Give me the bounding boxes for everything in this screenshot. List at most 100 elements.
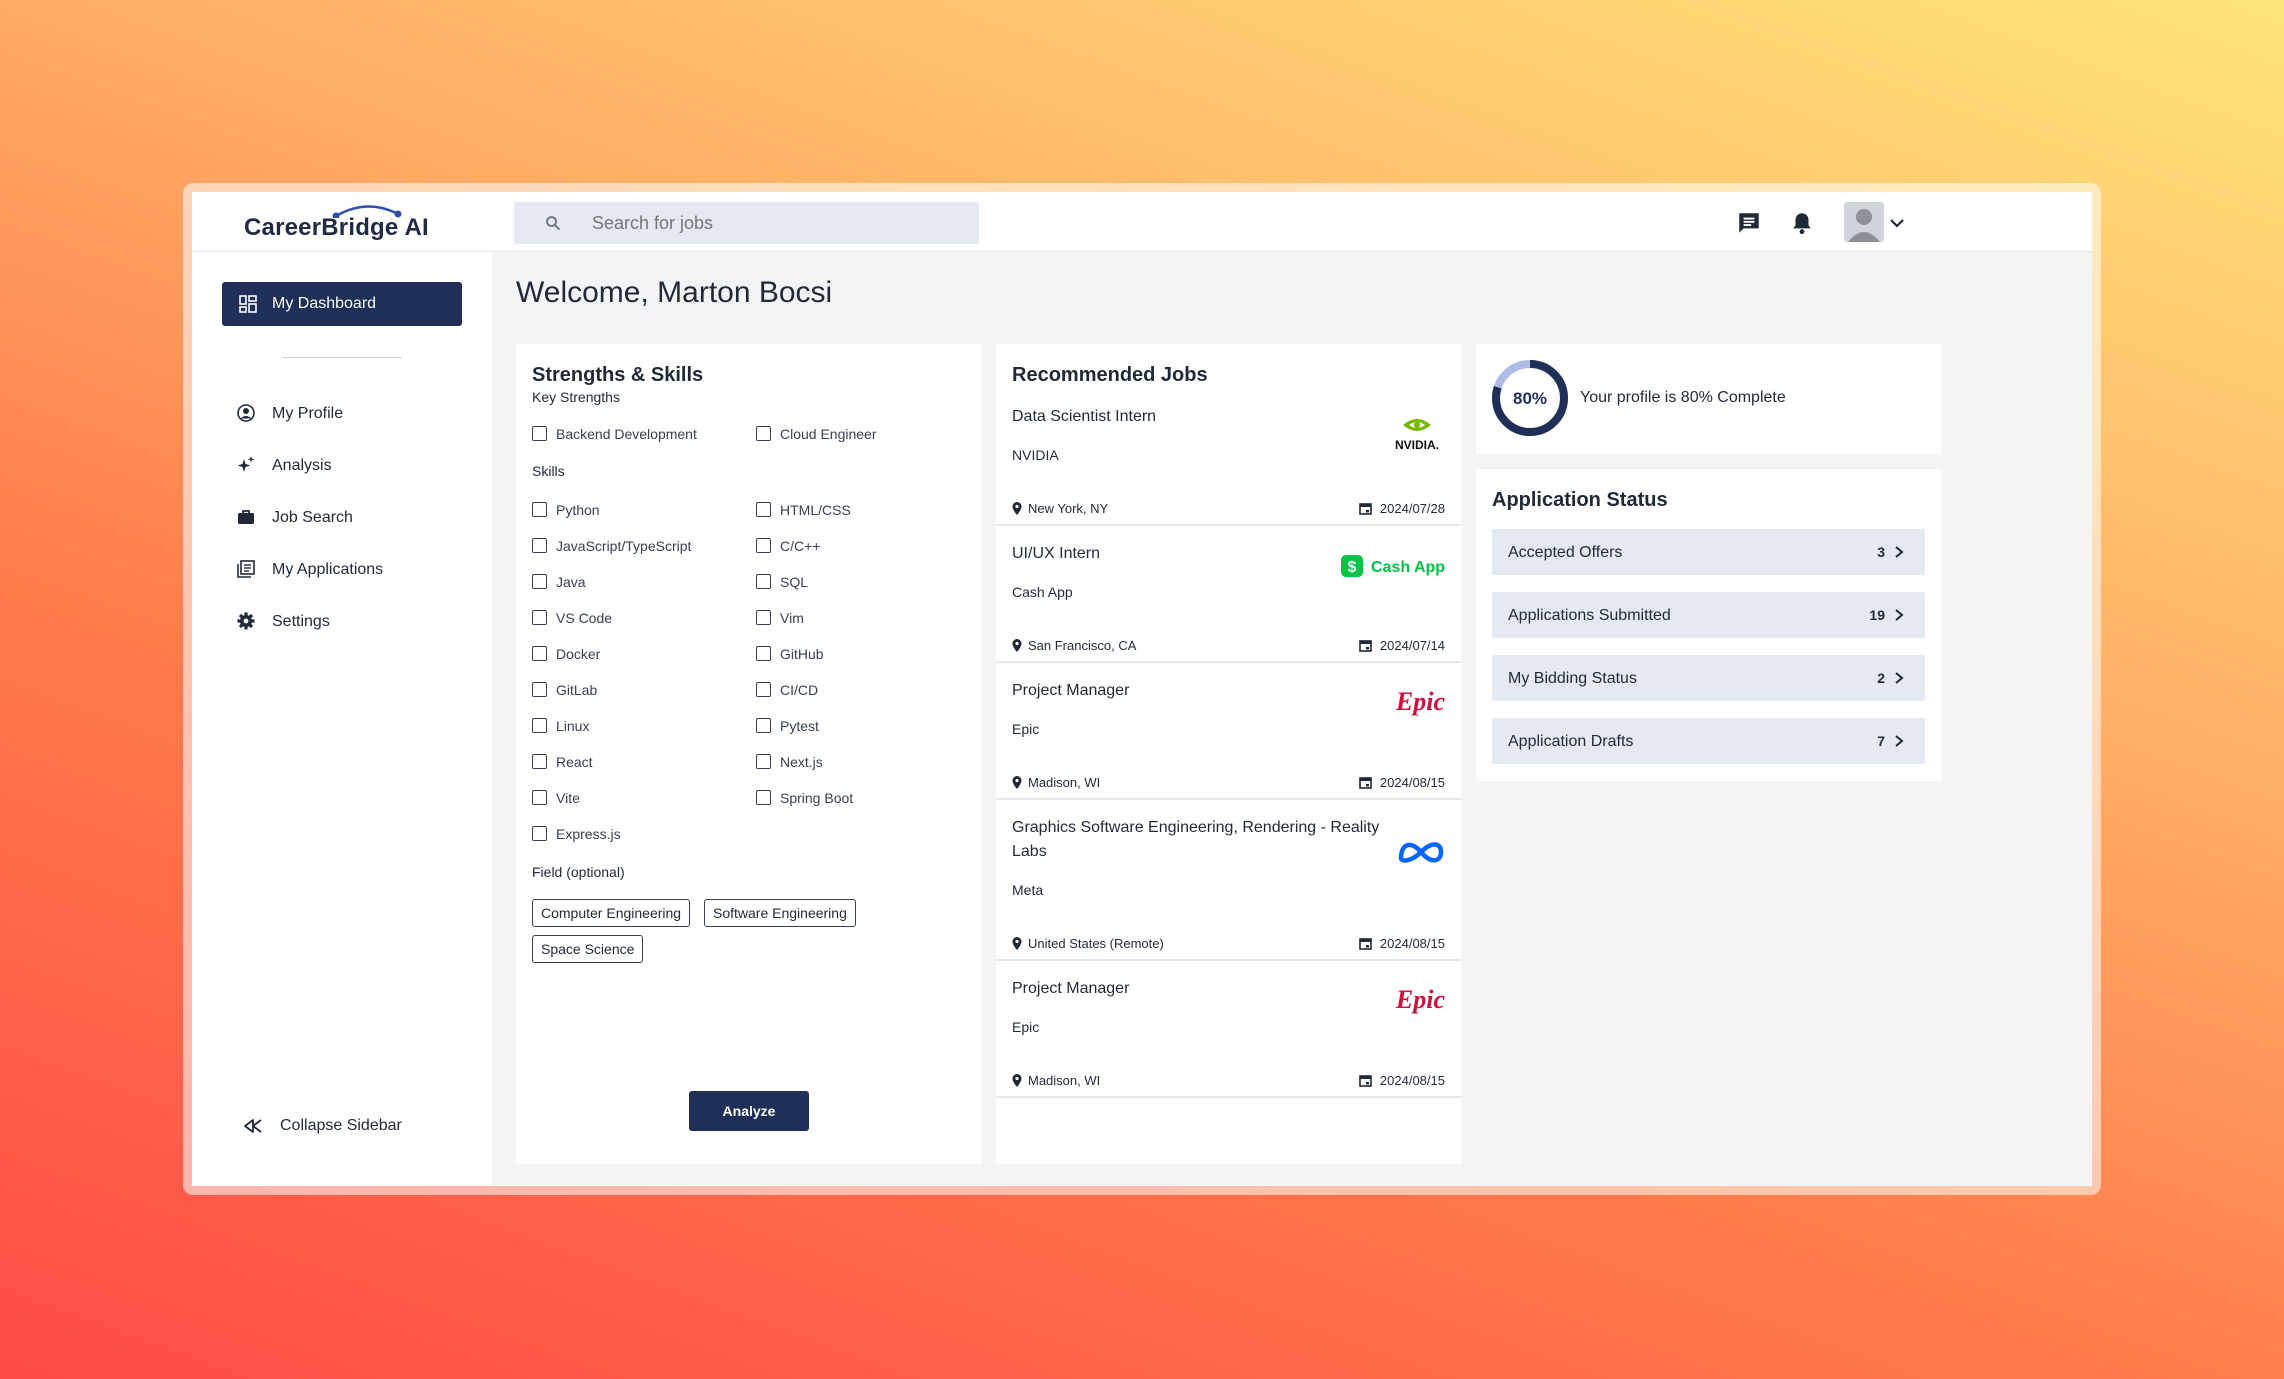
job-location-text: Madison, WI (1028, 1073, 1101, 1088)
job-location: New York, NY (1012, 501, 1108, 516)
chevron-right-icon (1895, 546, 1904, 558)
skill-checkbox[interactable]: Docker (532, 644, 732, 664)
checkbox[interactable] (532, 502, 547, 517)
profile-percent-text: 80% (1513, 389, 1547, 408)
checkbox[interactable] (756, 610, 771, 625)
field-tag[interactable]: Software Engineering (704, 899, 856, 927)
bell-icon[interactable] (1789, 210, 1815, 236)
skill-checkbox[interactable]: Next.js (756, 752, 956, 772)
checkbox[interactable] (756, 790, 771, 805)
collapse-sidebar-button[interactable]: Collapse Sidebar (242, 1114, 442, 1138)
skill-checkbox[interactable]: Java (532, 572, 732, 592)
cashapp-logo-text: Cash App (1371, 559, 1445, 576)
epic-logo: Epic (1395, 687, 1445, 716)
checkbox-label: Pytest (780, 718, 819, 734)
checkbox-label: Python (556, 502, 600, 518)
key-strength-checkbox[interactable]: Backend Development (532, 424, 732, 444)
status-row-bidding-status[interactable]: My Bidding Status 2 (1492, 655, 1925, 701)
skill-checkbox[interactable]: GitLab (532, 680, 732, 700)
chevron-down-icon[interactable] (1888, 214, 1906, 232)
collapse-sidebar-label: Collapse Sidebar (280, 1117, 402, 1134)
key-strength-checkbox[interactable]: Cloud Engineer (756, 424, 956, 444)
job-company: Epic (1012, 1019, 1040, 1035)
field-label: Field (optional) (532, 864, 625, 880)
job-card[interactable]: Project Manager Epic Epic Madison, WI 20… (996, 663, 1461, 800)
job-title: UI/UX Intern (1012, 545, 1101, 562)
skill-checkbox[interactable]: VS Code (532, 608, 732, 628)
checkbox[interactable] (532, 718, 547, 733)
skill-checkbox[interactable]: C/C++ (756, 536, 956, 556)
sidebar-item-job-search[interactable]: Job Search (236, 506, 466, 530)
page-title: Welcome, Marton Bocsi (516, 276, 833, 309)
checkbox[interactable] (532, 426, 547, 441)
field-tag[interactable]: Space Science (532, 935, 644, 963)
checkbox[interactable] (756, 502, 771, 517)
checkbox[interactable] (532, 682, 547, 697)
status-row-applications-submitted[interactable]: Applications Submitted 19 (1492, 592, 1925, 638)
sidebar-item-my-applications[interactable]: My Applications (236, 558, 466, 582)
skill-checkbox[interactable]: React (532, 752, 732, 772)
checkbox[interactable] (756, 718, 771, 733)
skill-checkbox[interactable]: Vim (756, 608, 956, 628)
skill-checkbox[interactable]: GitHub (756, 644, 956, 664)
status-row-label: My Bidding Status (1508, 670, 1637, 687)
status-row-accepted-offers[interactable]: Accepted Offers 3 (1492, 529, 1925, 575)
status-row-application-drafts[interactable]: Application Drafts 7 (1492, 718, 1925, 764)
checkbox[interactable] (756, 538, 771, 553)
checkbox-label: CI/CD (780, 682, 819, 698)
app-window: CareerBridge AI Search for jobs My Dashb… (192, 192, 2092, 1186)
sidebar-item-my-dashboard[interactable]: My Dashboard (222, 282, 462, 326)
app-logo[interactable]: CareerBridge AI (244, 214, 429, 242)
avatar[interactable] (1844, 202, 1884, 242)
sidebar-item-analysis[interactable]: Analysis (236, 454, 466, 478)
checkbox[interactable] (756, 754, 771, 769)
sidebar-item-settings[interactable]: Settings (236, 610, 466, 634)
sidebar-item-my-profile[interactable]: My Profile (236, 402, 466, 426)
checkbox[interactable] (532, 826, 547, 841)
job-location-text: United States (Remote) (1028, 936, 1164, 951)
job-card[interactable]: UI/UX Intern Cash App $ Cash App San Fra… (996, 526, 1461, 663)
checkbox[interactable] (532, 790, 547, 805)
job-card[interactable]: Data Scientist Intern NVIDIA NVIDIA. New… (996, 389, 1461, 526)
applications-icon (237, 560, 255, 578)
skill-checkbox[interactable]: JavaScript/TypeScript (532, 536, 732, 556)
search-input[interactable] (592, 202, 962, 244)
job-card[interactable]: Project Manager Epic Epic Madison, WI 20… (996, 961, 1461, 1098)
checkbox-label: GitLab (556, 682, 598, 698)
skill-checkbox[interactable]: Express.js (532, 824, 732, 844)
checkbox[interactable] (756, 682, 771, 697)
skill-checkbox[interactable]: SQL (756, 572, 956, 592)
job-date: 2024/08/15 (1359, 775, 1445, 790)
analyze-button[interactable]: Analyze (689, 1091, 809, 1131)
skill-checkbox[interactable]: CI/CD (756, 680, 956, 700)
sidebar-item-label: Job Search (272, 509, 353, 526)
skill-checkbox[interactable]: Pytest (756, 716, 956, 736)
location-pin-icon (1012, 1074, 1022, 1087)
job-location-text: San Francisco, CA (1028, 638, 1137, 653)
meta-infinity-icon (1398, 842, 1444, 863)
job-card[interactable]: Graphics Software Engineering, Rendering… (996, 800, 1461, 961)
checkbox[interactable] (532, 646, 547, 661)
checkbox[interactable] (532, 538, 547, 553)
skill-checkbox[interactable]: Vite (532, 788, 732, 808)
checkbox[interactable] (756, 574, 771, 589)
checkbox[interactable] (756, 646, 771, 661)
skill-checkbox[interactable]: HTML/CSS (756, 500, 956, 520)
checkbox-label: Vite (556, 790, 580, 806)
sidebar-item-label: My Profile (272, 405, 344, 422)
search-bar[interactable] (514, 202, 979, 244)
checkbox[interactable] (532, 574, 547, 589)
checkbox[interactable] (532, 754, 547, 769)
checkbox-label: SQL (780, 574, 809, 590)
location-pin-icon (1012, 502, 1022, 515)
chevron-right-icon (1895, 735, 1904, 747)
field-tag[interactable]: Computer Engineering (532, 899, 691, 927)
skill-checkbox[interactable]: Spring Boot (756, 788, 956, 808)
skill-checkbox[interactable]: Linux (532, 716, 732, 736)
checkbox[interactable] (532, 610, 547, 625)
skill-checkbox[interactable]: Python (532, 500, 732, 520)
checkbox[interactable] (756, 426, 771, 441)
chat-icon[interactable] (1736, 210, 1762, 236)
chevron-right-icon (1895, 672, 1904, 684)
calendar-icon (1359, 938, 1372, 950)
